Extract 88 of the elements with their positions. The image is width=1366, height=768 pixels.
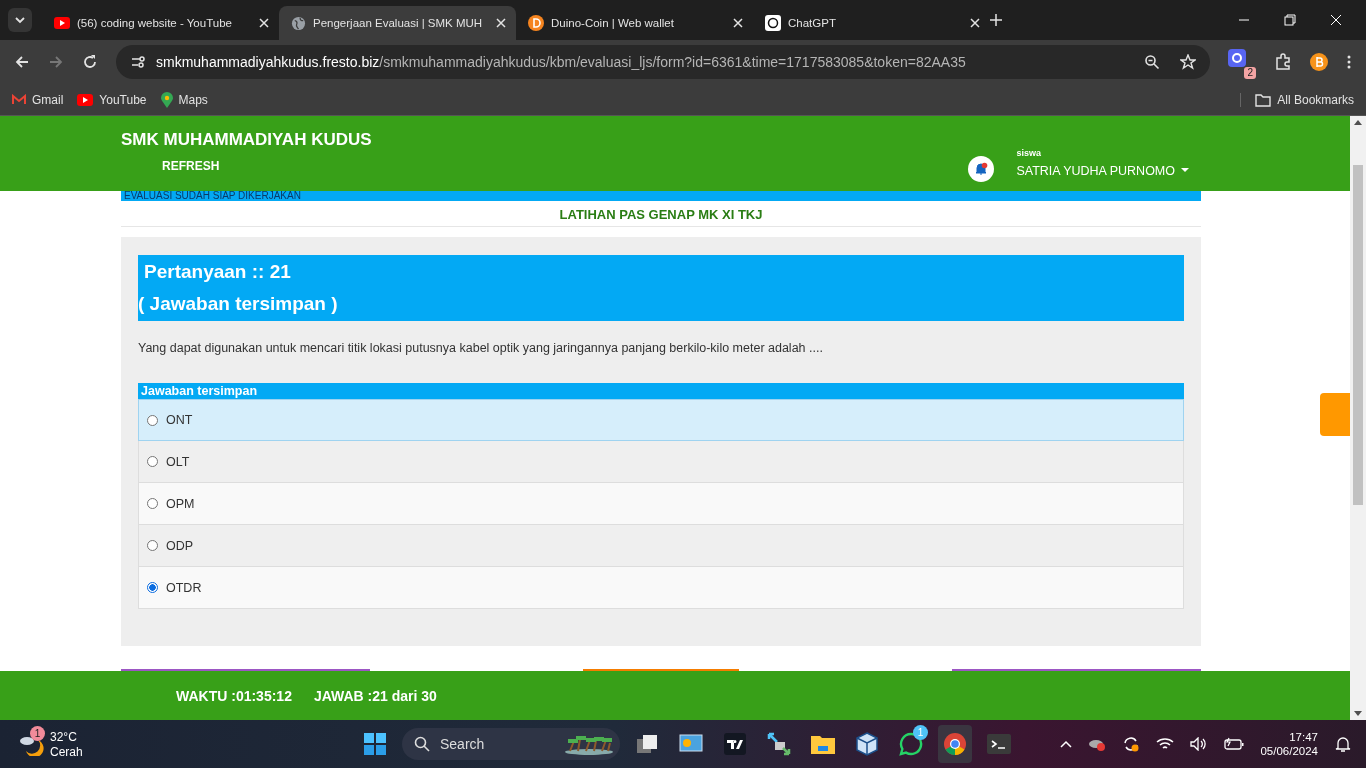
caret-icon: [1181, 168, 1189, 173]
question-number: Pertanyaan :: 21: [143, 261, 292, 283]
terminal-icon: [987, 734, 1011, 754]
school-name: SMK MUHAMMADIYAH KUDUS: [121, 130, 372, 150]
restore-icon[interactable]: [1284, 14, 1296, 26]
reload-icon[interactable]: [82, 54, 98, 70]
new-tab-icon[interactable]: [990, 14, 1002, 26]
weather-condition: Cerah: [50, 744, 83, 759]
notice-bar: EVALUASI SUDAH SIAP DIKERJAKAN: [121, 191, 1201, 201]
answer-option[interactable]: ODP: [138, 525, 1184, 567]
chrome-icon: [943, 732, 967, 756]
all-bookmarks-button[interactable]: All Bookmarks: [1240, 92, 1354, 107]
zoom-icon[interactable]: [1144, 54, 1160, 70]
weather-widget[interactable]: 1 32°C Cerah: [18, 729, 358, 759]
radio-button[interactable]: [147, 498, 158, 509]
bookmark[interactable]: Gmail: [12, 92, 64, 107]
menu-icon[interactable]: [1346, 54, 1352, 70]
radio-button[interactable]: [147, 540, 158, 551]
answer-option[interactable]: OTDR: [138, 567, 1184, 609]
folder-icon: [1255, 92, 1272, 107]
bell-icon[interactable]: [1334, 735, 1352, 753]
time-remaining: WAKTU :01:35:12: [176, 687, 292, 704]
folder-icon: [811, 734, 835, 754]
radio-button[interactable]: [147, 414, 158, 426]
clock[interactable]: 17:47 05/06/2024: [1260, 731, 1318, 757]
browser-tab[interactable]: ChatGPT: [753, 6, 990, 40]
star-icon[interactable]: [1180, 54, 1196, 70]
answer-option[interactable]: OLT: [138, 441, 1184, 483]
notification-button[interactable]: [968, 155, 995, 182]
monitor-icon: [679, 734, 703, 754]
answer-label: Jawaban tersimpan: [138, 383, 1184, 399]
mail-icon: [12, 94, 26, 105]
bitcoin-icon[interactable]: [1310, 53, 1328, 71]
chevron-up-icon[interactable]: [1060, 740, 1073, 748]
scroll-up-icon[interactable]: [1354, 120, 1362, 125]
youtube-icon: [54, 17, 70, 29]
answer-status: ( Jawaban tersimpan ): [138, 293, 339, 315]
coin-icon: [528, 15, 544, 31]
search-field[interactable]: Search: [402, 728, 620, 760]
browser-tab[interactable]: (56) coding website - YouTube: [42, 6, 279, 40]
speaker-icon[interactable]: [1190, 737, 1209, 751]
browser-tab[interactable]: Pengerjaan Evaluasi | SMK MUH: [279, 6, 516, 40]
puzzle-icon[interactable]: [1274, 53, 1292, 71]
search-icon: [414, 736, 430, 752]
answer-option[interactable]: ONT: [138, 399, 1184, 441]
map-pin-icon: [160, 91, 173, 108]
address-bar[interactable]: smkmuhammadiyahkudus.fresto.biz/smkmuhammadiyahkudus/kbm/evaluasi_ljs/form?id=6361&time=1717583085&token=82AA35: [116, 45, 1210, 79]
sync-icon[interactable]: [1122, 735, 1141, 753]
windows-stack-icon: [636, 733, 658, 755]
chart-logo-icon: [724, 733, 746, 755]
bookmark[interactable]: Maps: [160, 91, 208, 108]
answered-count: JAWAB :21 dari 30: [313, 687, 437, 704]
question-text: Yang dapat digunakan untuk mencari titik lokasi putusnya kabel optik yang jaringannya panjang berkilo-kilo meter adalah ....: [138, 341, 824, 355]
cloud-error-icon[interactable]: [1088, 737, 1107, 751]
url-text: smkmuhammadiyahkudus.fresto.biz/smkmuhammadiyahkudus/kbm/evaluasi_ljs/form?id=6361&time=1717583085&token=82AA35: [156, 54, 966, 70]
extension-badge: 2: [1244, 67, 1256, 79]
taskbar-app[interactable]: [938, 725, 972, 763]
exam-title: LATIHAN PAS GENAP MK XI TKJ: [121, 201, 1201, 227]
bookmark[interactable]: YouTube: [77, 92, 147, 107]
close-icon[interactable]: [733, 18, 743, 28]
close-icon[interactable]: [259, 18, 269, 28]
scroll-down-icon[interactable]: [1354, 711, 1362, 716]
extension-icon: [1228, 49, 1246, 67]
tab-search-button[interactable]: [8, 8, 32, 32]
wifi-icon[interactable]: [1156, 737, 1175, 751]
scrollbar[interactable]: [1350, 116, 1366, 720]
browser-tab[interactable]: Duino-Coin | Web wallet: [516, 6, 753, 40]
temperature: 32°C: [50, 729, 78, 744]
back-icon[interactable]: [14, 54, 30, 70]
plant-icon: [564, 733, 614, 755]
extension-button[interactable]: 2: [1228, 49, 1256, 79]
radio-button[interactable]: [147, 582, 158, 593]
bell-icon: [974, 161, 989, 176]
close-icon[interactable]: [496, 18, 506, 28]
cube-icon: [856, 732, 878, 756]
answer-option[interactable]: OPM: [138, 483, 1184, 525]
chevron-down-icon: [14, 14, 26, 26]
forward-icon[interactable]: [48, 54, 64, 70]
battery-icon[interactable]: [1224, 737, 1245, 751]
windows-icon: [364, 733, 386, 755]
youtube-icon: [77, 93, 94, 106]
radio-button[interactable]: [147, 456, 158, 467]
user-role: siswa: [1016, 147, 1042, 158]
globe-icon: [291, 15, 306, 31]
site-settings-icon[interactable]: [130, 54, 146, 70]
notification-badge: 1: [30, 726, 45, 741]
notification-badge: 1: [913, 725, 928, 740]
close-icon[interactable]: [970, 18, 980, 28]
